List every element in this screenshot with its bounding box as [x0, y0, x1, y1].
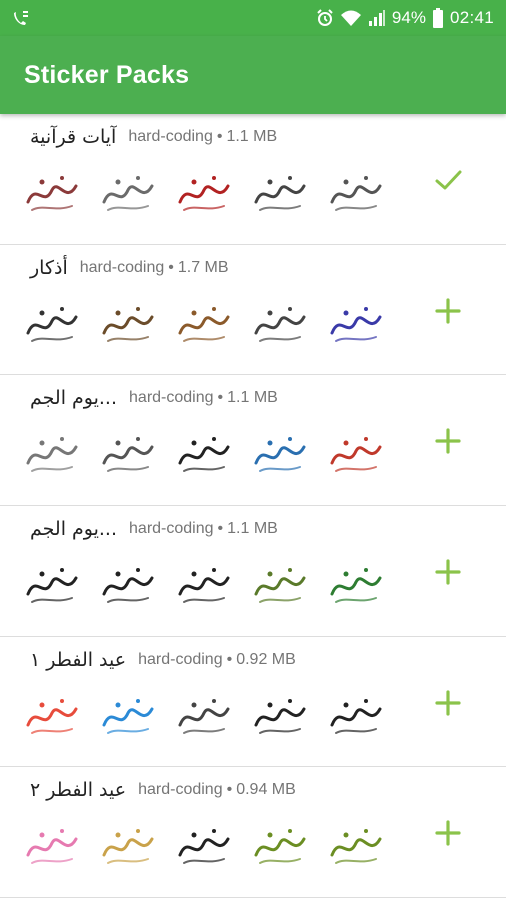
meta-separator: • [226, 781, 233, 799]
pack-header: عيد الفطر ١ hard-coding • 0.92 MB [0, 649, 506, 671]
pack-name: ...يوم الجم [30, 387, 118, 410]
pack-size: 1.1 MB [227, 520, 278, 538]
pack-size: 1.7 MB [177, 258, 229, 276]
sticker-thumbnail [98, 164, 158, 224]
sticker-pack-list[interactable]: آيات قرآنية hard-coding • 1.1 MB أذكار hard-c… [0, 114, 506, 900]
meta-separator: • [216, 128, 223, 145]
sticker-thumbnail [174, 164, 234, 224]
clock: 02:41 [449, 8, 494, 27]
pack-size: 0.92 MB [236, 650, 296, 668]
pack-author: hard-coding [138, 650, 223, 668]
status-right: 94% 02:41 [316, 8, 494, 28]
alarm-icon [316, 9, 334, 27]
sticker-thumbnail [22, 556, 82, 616]
page-title: Sticker Packs [24, 60, 190, 89]
sticker-thumbnail [250, 295, 310, 355]
sticker-thumbnail [22, 425, 82, 485]
battery-icon [432, 8, 444, 28]
sticker-thumbnail [326, 164, 386, 224]
plus-icon[interactable] [428, 683, 468, 723]
sticker-thumbnail [22, 295, 82, 355]
sticker-thumbnail [22, 164, 82, 224]
sticker-pack-row[interactable]: عيد الفطر ٢ hard-coding • 0.94 MB [0, 767, 506, 899]
pack-author: hard-coding [138, 781, 223, 799]
sticker-thumbnail [174, 295, 234, 355]
sticker-previews [22, 556, 386, 616]
call-forward-icon [12, 9, 30, 27]
sticker-thumbnail [250, 164, 310, 224]
sticker-thumbnail [174, 687, 234, 747]
sticker-previews [22, 164, 386, 224]
meta-separator: • [217, 520, 224, 538]
sticker-previews [22, 295, 386, 355]
meta-separator: • [217, 389, 224, 407]
pack-header: أذكار hard-coding • 1.7 MB [0, 257, 506, 279]
sticker-previews [22, 425, 386, 485]
sticker-thumbnail [98, 556, 158, 616]
plus-icon[interactable] [428, 552, 468, 592]
sticker-thumbnail [326, 556, 386, 616]
status-bar: 94% 02:41 [0, 0, 506, 36]
pack-name: عيد الفطر ٢ [30, 779, 127, 802]
sticker-thumbnail [326, 687, 386, 747]
sticker-thumbnail [98, 687, 158, 747]
sticker-pack-row[interactable]: ...يوم الجم hard-coding • 1.1 MB [0, 506, 506, 637]
plus-icon[interactable] [428, 421, 468, 461]
sticker-thumbnail [326, 425, 386, 485]
pack-name: أذكار [30, 256, 68, 279]
sticker-thumbnail [174, 556, 234, 616]
sticker-pack-row[interactable]: عيد الفطر ١ hard-coding • 0.92 MB [0, 637, 506, 768]
pack-size: 1.1 MB [227, 389, 278, 407]
pack-size: 0.94 MB [236, 781, 296, 799]
pack-header: ...يوم الجم hard-coding • 1.1 MB [0, 387, 506, 409]
sticker-pack-row[interactable]: آيات قرآنية hard-coding • 1.1 MB [0, 114, 506, 245]
wifi-icon [340, 9, 362, 27]
pack-header: ...يوم الجم hard-coding • 1.1 MB [0, 518, 506, 540]
pack-meta: hard-coding • 0.92 MB [138, 651, 296, 669]
app-bar: Sticker Packs [0, 36, 506, 114]
sticker-thumbnail [22, 817, 82, 877]
pack-author: hard-coding [79, 258, 165, 276]
pack-meta: hard-coding • 1.1 MB [129, 389, 278, 407]
sticker-thumbnail [250, 817, 310, 877]
sticker-previews [22, 817, 386, 877]
status-left [12, 9, 30, 27]
pack-meta: hard-coding • 0.94 MB [138, 781, 296, 799]
sticker-thumbnail [250, 687, 310, 747]
signal-icon [368, 9, 386, 27]
sticker-thumbnail [22, 687, 82, 747]
pack-meta: hard-coding • 1.1 MB [129, 520, 278, 538]
meta-separator: • [226, 650, 233, 668]
sticker-pack-row[interactable]: ...يوم الجم hard-coding • 1.1 MB [0, 375, 506, 507]
sticker-thumbnail [250, 556, 310, 616]
plus-icon[interactable] [428, 291, 468, 331]
sticker-previews [22, 687, 386, 747]
pack-author: hard-coding [129, 389, 214, 407]
check-icon[interactable] [428, 160, 468, 200]
sticker-thumbnail [250, 425, 310, 485]
pack-meta: hard-coding • 1.1 MB [128, 128, 277, 146]
battery-percent: 94% [391, 8, 426, 27]
sticker-thumbnail [326, 295, 386, 355]
plus-icon[interactable] [428, 813, 468, 853]
meta-separator: • [168, 258, 174, 276]
sticker-thumbnail [326, 817, 386, 877]
pack-author: hard-coding [128, 128, 213, 145]
pack-name: آيات قرآنية [30, 126, 117, 148]
pack-name: عيد الفطر ١ [30, 648, 127, 671]
sticker-thumbnail [98, 425, 158, 485]
pack-author: hard-coding [129, 520, 214, 538]
pack-header: آيات قرآنية hard-coding • 1.1 MB [0, 126, 506, 148]
sticker-thumbnail [174, 817, 234, 877]
pack-header: عيد الفطر ٢ hard-coding • 0.94 MB [0, 779, 506, 801]
sticker-pack-row[interactable]: أذكار hard-coding • 1.7 MB [0, 245, 506, 376]
sticker-thumbnail [98, 817, 158, 877]
sticker-thumbnail [98, 295, 158, 355]
pack-meta: hard-coding • 1.7 MB [80, 259, 229, 277]
pack-size: 1.1 MB [226, 128, 278, 145]
pack-name: ...يوم الجم [30, 518, 118, 541]
sticker-thumbnail [174, 425, 234, 485]
